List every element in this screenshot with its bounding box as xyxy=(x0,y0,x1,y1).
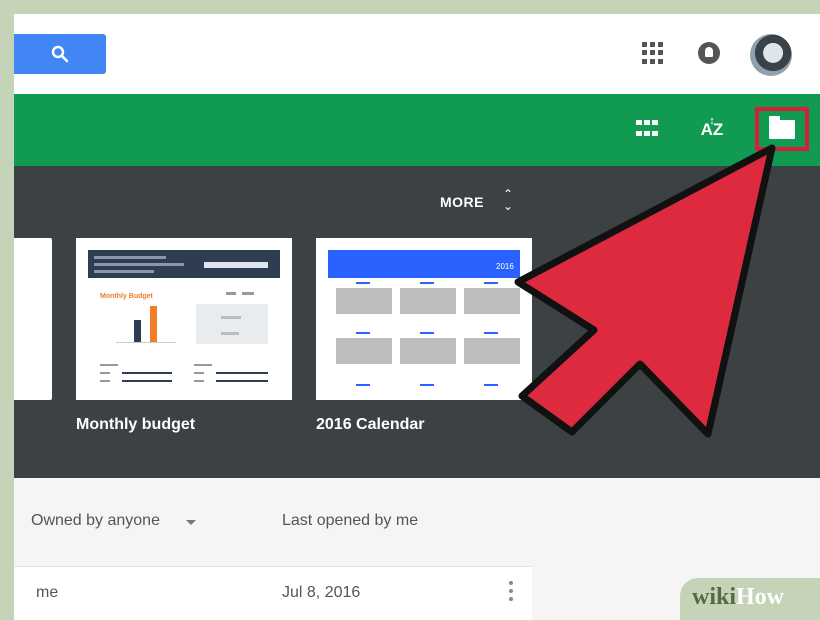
date-cell: Jul 8, 2016 xyxy=(282,584,361,601)
more-options-icon[interactable] xyxy=(508,581,514,605)
last-opened-header[interactable]: Last opened by me xyxy=(282,512,418,530)
owner-cell: me xyxy=(36,584,59,601)
folder-picker-button[interactable] xyxy=(755,107,809,151)
notifications-icon[interactable] xyxy=(698,42,720,64)
chevron-down-icon[interactable] xyxy=(186,520,196,525)
top-bar xyxy=(14,14,820,94)
drive-toolbar: AZ xyxy=(14,94,820,166)
templates-panel: MORE ⌃ ⌄ Monthly Budget 2016 Monthly bud… xyxy=(14,166,820,478)
calendar-preview: 2016 xyxy=(328,250,520,386)
calendar-preview-year: 2016 xyxy=(496,262,514,271)
template-label-monthly-budget: Monthly budget xyxy=(76,416,196,433)
template-thumbnail-partial[interactable] xyxy=(14,238,52,400)
apps-grid-icon[interactable] xyxy=(642,42,664,64)
budget-preview-title: Monthly Budget xyxy=(100,293,154,300)
search-icon xyxy=(51,45,69,63)
template-2016-calendar[interactable]: 2016 xyxy=(316,238,532,400)
expand-collapse-icon[interactable]: ⌃ ⌄ xyxy=(501,188,515,216)
avatar[interactable] xyxy=(750,34,792,76)
search-button[interactable] xyxy=(14,34,106,74)
template-monthly-budget[interactable]: Monthly Budget xyxy=(76,238,292,400)
table-row[interactable]: me Jul 8, 2016 xyxy=(14,566,532,620)
grid-view-icon[interactable] xyxy=(636,120,658,140)
owner-filter-dropdown[interactable]: Owned by anyone xyxy=(31,512,160,530)
template-label-2016-calendar: 2016 Calendar xyxy=(316,416,425,433)
wikihow-watermark: wikiHow xyxy=(680,578,820,620)
folder-icon xyxy=(769,115,795,139)
budget-preview: Monthly Budget xyxy=(88,250,280,382)
app-frame: AZ MORE ⌃⌄ Monthly Budget xyxy=(14,14,820,620)
sort-az-icon[interactable]: AZ xyxy=(698,105,726,146)
more-templates-button[interactable]: MORE xyxy=(440,194,484,210)
